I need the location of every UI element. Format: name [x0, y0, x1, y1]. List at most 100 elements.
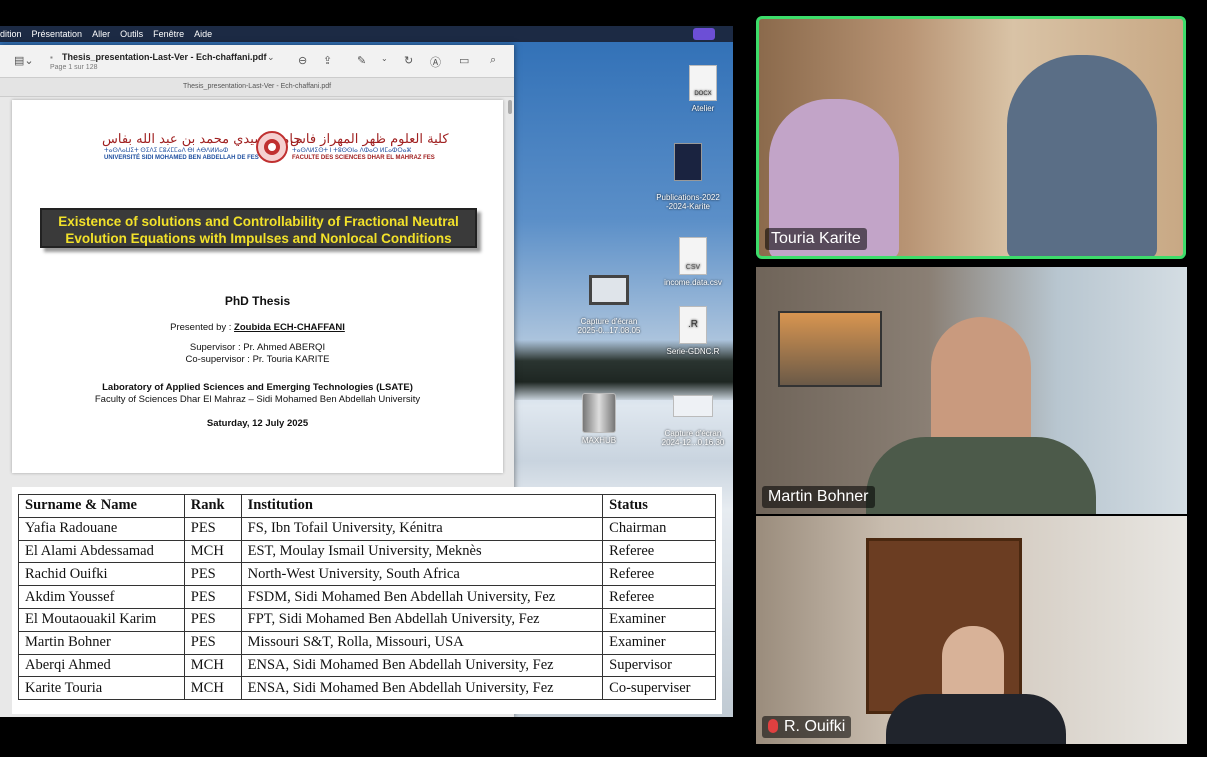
- table-row: Martin Bohner PES Missouri S&T, Rolla, Mis…: [18, 630, 716, 655]
- muted-mic-icon: [768, 719, 778, 733]
- desktop-icon-publications[interactable]: Publications-2022 -2024-Karite: [649, 134, 727, 220]
- table-row: Yafia Radouane PES FS, Ibn Tofail Universi…: [18, 516, 716, 541]
- table-header-cell: Surname & Name: [18, 494, 185, 518]
- univ-right-name: FACULTE DES SCIENCES DHAR EL MAHRAZ FES: [292, 155, 435, 161]
- table-cell: PES: [183, 562, 242, 587]
- desktop-icon-label: Publications-2022 -2024-Karite: [656, 193, 720, 211]
- form-icon[interactable]: ▭: [459, 54, 469, 67]
- participant-name: R. Ouifki: [784, 718, 846, 735]
- table-cell: PES: [183, 607, 242, 632]
- cosupervisor: Co-supervisor : Pr. Touria KARITE: [185, 354, 330, 365]
- table-cell: Referee: [602, 585, 716, 609]
- table-cell: FSDM, Sidi Mohamed Ben Abdellah Universi…: [240, 585, 604, 609]
- video-tile-touria-karite[interactable]: Touria Karite: [756, 16, 1186, 259]
- table-cell: Missouri S&T, Rolla, Missouri, USA: [240, 630, 604, 655]
- participant-name: Touria Karite: [765, 228, 867, 250]
- table-cell: PES: [183, 630, 242, 655]
- wall-painting: [778, 311, 882, 387]
- thesis-title-line1: Existence of solutions and Controllabili…: [58, 214, 459, 229]
- rotate-icon[interactable]: ↻: [404, 54, 413, 67]
- table-cell: MCH: [183, 676, 242, 701]
- jury-table-panel: Surname & Name Rank Institution Status Yafi…: [12, 487, 722, 714]
- desktop-icon-capture-1[interactable]: Capture d'écran 2025-0...17.08.05: [569, 266, 649, 344]
- jury-table: Surname & Name Rank Institution Status Yafi…: [18, 494, 716, 701]
- sidebar-toggle-icon[interactable]: ▤⌄: [14, 54, 34, 67]
- desktop-icon-atelier[interactable]: DOCX Atelier: [663, 65, 743, 113]
- supervisor: Supervisor : Pr. Ahmed ABERQI: [189, 342, 326, 353]
- docx-file-icon: DOCX: [689, 65, 717, 101]
- menu-edition[interactable]: dition: [0, 29, 22, 39]
- table-header-cell: Rank: [183, 494, 242, 518]
- faculty: Faculty of Sciences Dhar El Mahraz – Sid…: [94, 394, 421, 405]
- desktop-icon-label: Atelier: [691, 104, 715, 113]
- table-cell: PES: [183, 585, 242, 609]
- laboratory: Laboratory of Applied Sciences and Emerg…: [102, 382, 413, 393]
- desktop-icon-maxhub[interactable]: MAXHUB: [559, 393, 639, 445]
- preview-toolbar: ▤⌄ ▪ Thesis_presentation-Last-Ver - Ech-…: [0, 45, 514, 78]
- csv-file-icon: CSV: [679, 237, 707, 275]
- desktop-icon-income-csv[interactable]: CSV income.data.csv: [653, 237, 733, 287]
- table-cell: El Alami Abdessamad: [18, 539, 185, 564]
- document-title[interactable]: Thesis_presentation-Last-Ver - Ech-chaff…: [62, 52, 267, 62]
- table-cell: Karite Touria: [18, 676, 185, 701]
- desktop-icon-label: MAXHUB: [581, 436, 617, 445]
- video-tile-martin-bohner[interactable]: Martin Bohner: [756, 267, 1187, 514]
- table-cell: Rachid Ouifki: [18, 562, 185, 587]
- desktop-icon-label: income.data.csv: [664, 278, 722, 287]
- university-header: جامعة سيدي محمد بن عبد الله بفاس ⵜⴰⵙⴷⴰⵡⵉ…: [12, 130, 503, 170]
- document-tab[interactable]: Thesis_presentation-Last-Ver - Ech-chaff…: [0, 78, 514, 97]
- r-file-icon: .R: [679, 306, 707, 344]
- participant-nameplate: R. Ouifki: [762, 716, 852, 738]
- univ-right-tifinagh: ⵜⴰⵙⴷⵍⵉⵙⵜ ⵏ ⵜⵓⵙⵙⵏⴰ ⴷⵀⴰⵔ ⵍⵎⴰⵀⵔⴰⵣ: [292, 148, 412, 154]
- table-cell: Chairman: [602, 516, 716, 541]
- chevron-down-icon[interactable]: ⌄: [381, 54, 388, 63]
- mac-menubar: dition Présentation Aller Outils Fenêtre…: [0, 26, 733, 42]
- video-tile-r-ouifki[interactable]: R. Ouifki: [756, 516, 1187, 744]
- share-icon[interactable]: ⇪: [323, 54, 332, 67]
- table-row: El Moutaouakil Karim PES FPT, Sidi Mohamed…: [18, 607, 716, 632]
- table-cell: Aberqi Ahmed: [18, 653, 185, 678]
- zoom-icon[interactable]: ⊖: [298, 54, 307, 67]
- desktop-icon-label: Capture d'écran 2024-12...0.16.30: [661, 429, 725, 447]
- drive-icon: [582, 393, 616, 433]
- table-cell: ENSA, Sidi Mohamed Ben Abdellah Universi…: [240, 653, 604, 678]
- page-indicator: Page 1 sur 128: [50, 64, 98, 71]
- table-cell: Referee: [602, 562, 716, 587]
- table-body: Yafia Radouane PES FS, Ibn Tofail Universi…: [18, 516, 716, 701]
- table-header-row: Surname & Name Rank Institution Status: [18, 494, 716, 518]
- markup-pen-icon[interactable]: ✎: [357, 54, 366, 67]
- participant-head: [931, 317, 1031, 457]
- table-row: Akdim Youssef PES FSDM, Sidi Mohamed Ben A…: [18, 585, 716, 609]
- table-cell: ENSA, Sidi Mohamed Ben Abdellah Universi…: [240, 676, 604, 701]
- table-row: Rachid Ouifki PES North-West University, S…: [18, 562, 716, 587]
- participant-jacket: [886, 694, 1066, 744]
- table-cell: Supervisor: [602, 653, 716, 678]
- search-icon[interactable]: ⌕: [490, 54, 496, 67]
- table-cell: Yafia Radouane: [18, 516, 185, 541]
- document-icon: ▪: [50, 53, 53, 62]
- pdf-thumbnail-icon: [674, 143, 702, 181]
- desktop-icon-capture-2[interactable]: Capture d'écran 2024-12...0.16.30: [653, 386, 733, 456]
- chevron-down-icon[interactable]: ⌄: [267, 52, 275, 63]
- scrollbar[interactable]: [508, 100, 512, 114]
- presented-by: Presented by : Zoubida ECH-CHAFFANI: [12, 322, 503, 333]
- desktop-icon-serie-r[interactable]: .R Serie-GDNC.R: [653, 306, 733, 356]
- table-row: Aberqi Ahmed MCH ENSA, Sidi Mohamed Ben Ab…: [18, 653, 716, 678]
- table-cell: Referee: [602, 539, 716, 564]
- table-cell: PES: [183, 516, 242, 541]
- table-cell: Examiner: [602, 630, 716, 655]
- thesis-title-line2: Evolution Equations with Impulses and No…: [65, 231, 452, 246]
- presented-by-label: Presented by :: [170, 322, 235, 333]
- defense-date: Saturday, 12 July 2025: [206, 418, 309, 429]
- menu-aller[interactable]: Aller: [92, 29, 110, 39]
- screenshot-thumbnail-icon: [673, 395, 713, 417]
- table-header-cell: Institution: [240, 494, 604, 518]
- menu-fenetre[interactable]: Fenêtre: [153, 29, 184, 39]
- univ-left-name: UNIVERSITÉ SIDI MOHAMED BEN ABDELLAH DE …: [104, 155, 259, 161]
- menu-outils[interactable]: Outils: [120, 29, 143, 39]
- menu-aide[interactable]: Aide: [194, 29, 212, 39]
- menu-presentation[interactable]: Présentation: [32, 29, 83, 39]
- screen-share-icon[interactable]: [693, 28, 715, 40]
- annotate-icon[interactable]: Ⓐ: [430, 54, 441, 70]
- desktop-icon-label: Serie-GDNC.R: [666, 347, 720, 356]
